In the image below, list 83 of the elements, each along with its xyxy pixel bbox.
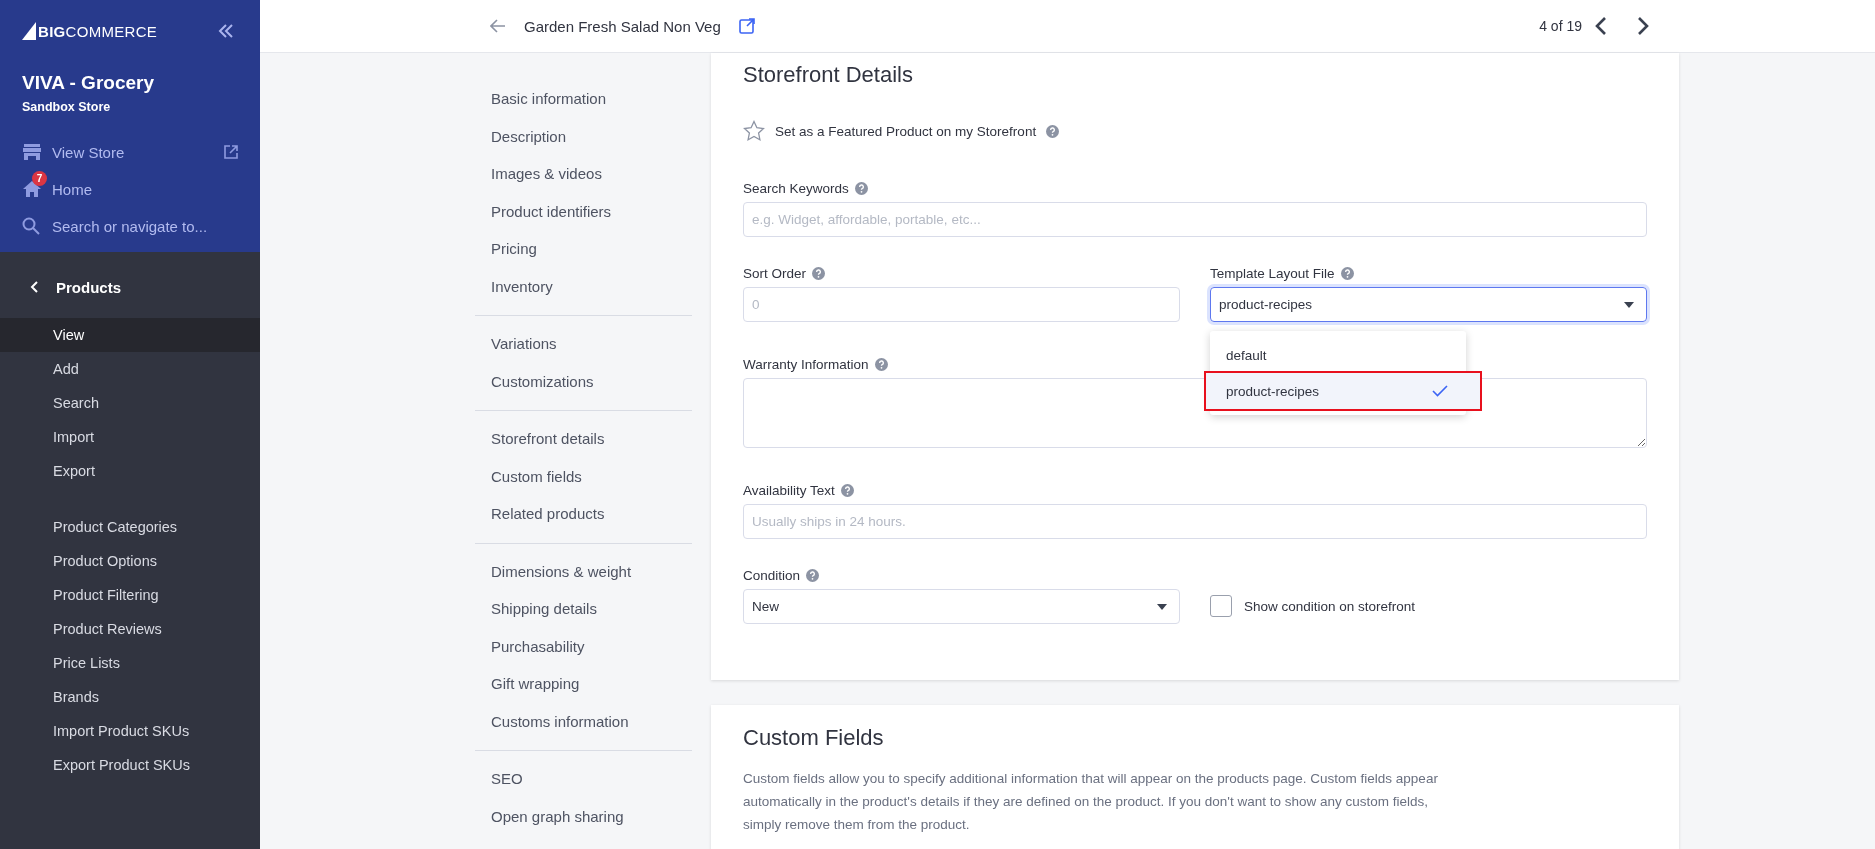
products-back-link[interactable]: Products [0,274,260,300]
section-title: Products [56,278,121,296]
section-nav-link[interactable]: Basic information [491,80,692,118]
store-name: VIVA - Grocery [22,72,155,94]
section-nav-link[interactable]: Gift wrapping [491,665,692,703]
help-icon[interactable] [874,357,888,371]
collapse-icon[interactable] [218,24,234,38]
sidebar-link[interactable]: Home [52,180,238,198]
checkbox-label: Show condition on storefront [1244,598,1416,614]
help-icon[interactable] [1046,124,1060,138]
description-text: Custom fields allow you to specify additional information that will appear on the products page. Custom fields appear automatically in the product's details if they are defined on the product. If you don't want to show any custom fields, simply remove them from the product. [743,770,1439,834]
dropdown-caret-icon [1624,301,1634,308]
help-icon[interactable] [840,483,854,497]
external-link-icon[interactable] [738,18,755,34]
external-link-icon[interactable] [224,145,238,159]
pagination-counter: 4 of 19 [1539,18,1582,34]
help-icon[interactable] [1340,266,1354,280]
sidebar-menu-item[interactable]: Search [0,386,260,420]
field-label: Warranty Information [743,356,869,372]
field-label: Condition [743,567,801,583]
brand-logo: BIGCOMMERCE [22,22,158,40]
help-icon[interactable] [812,266,826,280]
next-icon[interactable] [1636,16,1650,36]
section-nav-link[interactable]: Purchasability [491,627,692,665]
sidebar-menu-item[interactable]: Product Reviews [0,612,260,646]
section-nav-link[interactable]: Variations [491,325,692,363]
sidebar-menu-item[interactable]: Price Lists [0,646,260,680]
field-label: Template Layout File [1210,265,1335,281]
chevron-left-icon [30,280,40,294]
availability-field[interactable]: Usually ships in 24 hours. [743,504,1647,539]
condition-dropdown[interactable]: New [743,589,1180,624]
sidebar-link[interactable]: Search or navigate to... [52,217,238,235]
section-nav-link[interactable]: Product identifiers [491,192,692,230]
section-nav-link[interactable]: Customs information [491,702,692,740]
dropdown-option[interactable]: product-recipes [1206,373,1480,409]
section-nav-link[interactable]: Description [491,117,692,155]
sidebar-menu-item[interactable]: Product Filtering [0,578,260,612]
sidebar-link[interactable]: View Store [52,143,224,161]
sort-order-field[interactable]: 0 [743,287,1180,322]
sidebar-menu-item[interactable]: Product Options [0,544,260,578]
checkbox[interactable] [1210,595,1232,617]
section-nav-link[interactable]: Inventory [491,267,692,305]
field-label: Search Keywords [743,180,849,196]
section-nav-link[interactable]: Customizations [491,362,692,400]
product-title: Garden Fresh Salad Non Veg [524,17,721,35]
card-title: Custom Fields [743,725,885,751]
dropdown-option[interactable]: default [1210,337,1466,373]
star-icon[interactable] [743,120,765,142]
section-nav-link[interactable]: Pricing [491,230,692,268]
search-keywords-field[interactable]: e.g. Widget, affordable, portable, etc... [743,202,1647,237]
previous-icon[interactable] [1594,16,1608,36]
section-nav-link[interactable]: Related products [491,495,692,533]
search-icon [22,217,40,235]
field-label: Sort Order [743,265,807,281]
template-layout-dropdown[interactable]: product-recipes [1210,287,1647,322]
section-nav-link[interactable]: Storefront details [491,420,692,458]
storefront-icon [22,143,42,161]
section-nav-link[interactable]: Custom fields [491,457,692,495]
triangle-logo-icon [22,22,36,40]
checkmark-icon [1432,385,1448,397]
section-nav-link[interactable]: SEO [491,760,692,798]
help-icon[interactable] [806,568,820,582]
section-nav-link[interactable]: Images & videos [491,155,692,193]
sidebar-menu-item[interactable]: Export [0,454,260,488]
dropdown-caret-icon [1157,603,1167,610]
section-nav-link[interactable]: Shipping details [491,590,692,628]
sidebar-menu-item[interactable]: Add [0,352,260,386]
sidebar-menu-item[interactable]: Product Categories [0,510,260,544]
back-arrow-icon[interactable] [490,19,506,33]
sidebar-menu-item[interactable]: Import Product SKUs [0,714,260,748]
sidebar-menu-item[interactable]: Export Product SKUs [0,748,260,782]
featured-label: Set as a Featured Product on my Storefront [775,123,1037,139]
sidebar-menu-item[interactable]: View [0,318,260,352]
sidebar-menu-item[interactable]: Import [0,420,260,454]
section-nav-link[interactable]: Open graph sharing [491,797,692,835]
notification-badge: 7 [32,171,47,186]
section-nav-link[interactable]: Dimensions & weight [491,552,692,590]
store-type: Sandbox Store [22,100,112,114]
help-icon[interactable] [854,181,868,195]
sidebar-menu-item[interactable]: Brands [0,680,260,714]
home-icon [22,180,42,198]
field-label: Availability Text [743,482,835,498]
card-title: Storefront Details [743,62,914,88]
